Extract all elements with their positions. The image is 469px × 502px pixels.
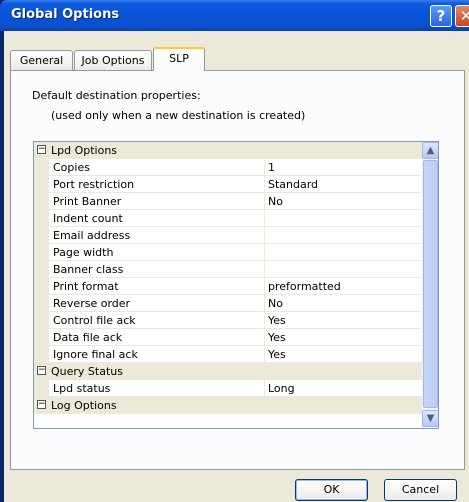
property-row[interactable]: Print Banner No bbox=[34, 193, 422, 210]
description-heading: Default destination properties: bbox=[32, 89, 201, 102]
property-name: Print format bbox=[49, 278, 264, 295]
property-name: Port restriction bbox=[49, 176, 264, 193]
window-title: Global Options bbox=[11, 7, 120, 22]
collapse-icon[interactable]: − bbox=[37, 400, 46, 409]
scroll-thumb[interactable] bbox=[423, 160, 438, 408]
property-row[interactable]: Port restriction Standard bbox=[34, 176, 422, 193]
property-row[interactable]: Email address bbox=[34, 227, 422, 244]
vertical-scrollbar[interactable]: ▲ ▼ bbox=[422, 142, 438, 428]
property-row[interactable]: Banner class bbox=[34, 261, 422, 278]
property-row[interactable]: Print format preformatted bbox=[34, 278, 422, 295]
property-value[interactable] bbox=[264, 210, 422, 227]
help-button[interactable]: ? bbox=[430, 5, 452, 27]
collapse-icon[interactable]: − bbox=[37, 366, 46, 375]
property-value[interactable]: No bbox=[264, 295, 422, 312]
property-name: Copies bbox=[49, 159, 264, 176]
description-note: (used only when a new destination is cre… bbox=[51, 109, 306, 122]
close-button[interactable]: ✕ bbox=[455, 5, 469, 27]
property-name: Page width bbox=[49, 244, 264, 261]
property-row[interactable]: Ignore final ack Yes bbox=[34, 346, 422, 363]
property-name: Banner class bbox=[49, 261, 264, 278]
property-value[interactable]: Yes bbox=[264, 329, 422, 346]
property-name: Email address bbox=[49, 227, 264, 244]
scroll-up-button[interactable]: ▲ bbox=[422, 142, 438, 159]
property-name: Data file ack bbox=[49, 329, 264, 346]
category-label: Log Options bbox=[51, 399, 117, 412]
ok-button[interactable]: OK bbox=[295, 479, 368, 501]
property-row[interactable]: Copies 1 bbox=[34, 159, 422, 176]
property-value[interactable]: No bbox=[264, 193, 422, 210]
category-query-status[interactable]: − Query Status bbox=[34, 363, 422, 380]
property-value[interactable]: Yes bbox=[264, 346, 422, 363]
scroll-down-button[interactable]: ▼ bbox=[422, 410, 438, 427]
property-row[interactable]: Data file ack Yes bbox=[34, 329, 422, 346]
property-row[interactable]: Reverse order No bbox=[34, 295, 422, 312]
collapse-icon[interactable]: − bbox=[37, 145, 46, 154]
property-name: Control file ack bbox=[49, 312, 264, 329]
slp-tab-panel: Default destination properties: (used on… bbox=[10, 70, 465, 470]
property-value[interactable]: 1 bbox=[264, 159, 422, 176]
title-bar[interactable]: Global Options ? ✕ bbox=[0, 0, 469, 31]
property-name: Lpd status bbox=[49, 380, 264, 397]
property-value[interactable] bbox=[264, 261, 422, 278]
property-value[interactable]: Standard bbox=[264, 176, 422, 193]
property-name: Print Banner bbox=[49, 193, 264, 210]
property-name: Reverse order bbox=[49, 295, 264, 312]
property-value[interactable]: Long bbox=[264, 380, 422, 397]
property-row[interactable]: Control file ack Yes bbox=[34, 312, 422, 329]
category-label: Lpd Options bbox=[51, 144, 118, 157]
property-name: Indent count bbox=[49, 210, 264, 227]
help-icon: ? bbox=[436, 7, 446, 25]
dialog-client: General Job Options SLP Default destinat… bbox=[4, 31, 469, 502]
property-grid[interactable]: − Lpd Options Copies 1 Port restriction … bbox=[33, 141, 439, 429]
property-row[interactable]: Indent count bbox=[34, 210, 422, 227]
category-label: Query Status bbox=[51, 365, 123, 378]
property-value[interactable] bbox=[264, 244, 422, 261]
chevron-up-icon: ▲ bbox=[426, 145, 435, 156]
property-name: Ignore final ack bbox=[49, 346, 264, 363]
property-row[interactable]: Page width bbox=[34, 244, 422, 261]
property-value[interactable] bbox=[264, 227, 422, 244]
property-value[interactable]: Yes bbox=[264, 312, 422, 329]
tab-general[interactable]: General bbox=[10, 50, 73, 70]
global-options-window: Global Options ? ✕ General Job Options S… bbox=[0, 0, 469, 502]
close-icon: ✕ bbox=[459, 7, 469, 25]
category-lpd-options[interactable]: − Lpd Options bbox=[34, 142, 422, 159]
property-row[interactable]: Lpd status Long bbox=[34, 380, 422, 397]
tab-slp[interactable]: SLP bbox=[153, 47, 205, 71]
property-value[interactable]: preformatted bbox=[264, 278, 422, 295]
chevron-down-icon: ▼ bbox=[426, 413, 435, 424]
cancel-button[interactable]: Cancel bbox=[384, 479, 457, 501]
category-log-options[interactable]: − Log Options bbox=[34, 397, 422, 414]
tab-job-options[interactable]: Job Options bbox=[74, 50, 152, 70]
